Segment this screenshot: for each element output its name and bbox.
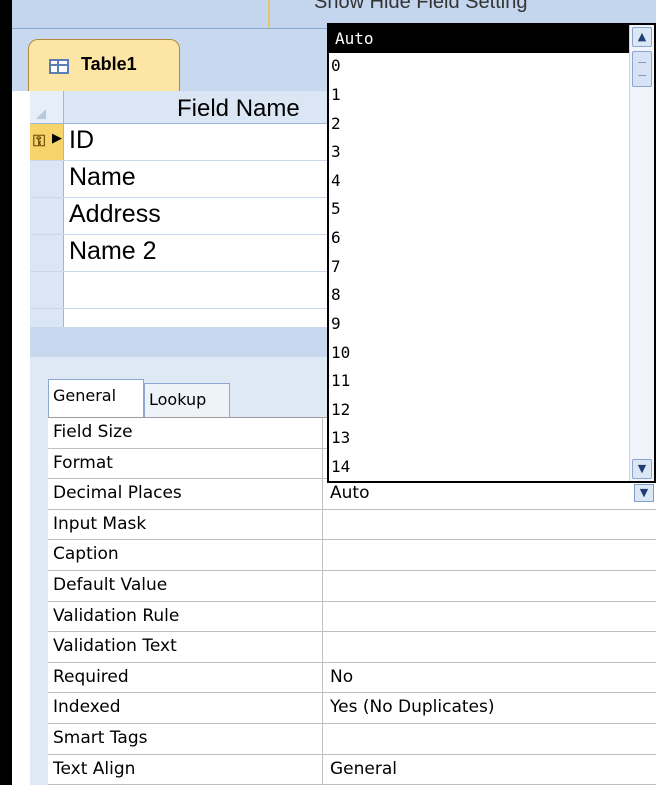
property-name: Format <box>48 448 323 479</box>
property-row-caption[interactable]: Caption <box>48 540 656 571</box>
property-row-default-value[interactable]: Default Value <box>48 570 656 602</box>
property-row-text-align[interactable]: Text Align General <box>48 754 656 785</box>
property-row-smart-tags[interactable]: Smart Tags <box>48 723 656 755</box>
property-name: Default Value <box>48 570 323 601</box>
property-row-input-mask[interactable]: Input Mask <box>48 509 656 541</box>
property-row-validation-text[interactable]: Validation Text <box>48 632 656 663</box>
property-name: Smart Tags <box>48 723 323 754</box>
property-name: Text Align <box>48 754 323 785</box>
dropdown-option[interactable]: 12 <box>331 396 350 424</box>
row-selector[interactable] <box>30 309 64 327</box>
dropdown-option[interactable]: 0 <box>331 52 341 80</box>
table1-document-tab[interactable]: Table1 <box>28 39 180 91</box>
ribbon-group-labels: Show Hide Field Setting <box>314 0 528 13</box>
window-edge <box>0 0 12 785</box>
property-row-decimal-places[interactable]: Decimal Places Auto ▼ <box>48 479 656 510</box>
dropdown-option[interactable]: 11 <box>331 367 350 395</box>
scroll-up-icon[interactable]: ▲ <box>632 27 652 47</box>
dropdown-option[interactable]: 10 <box>331 339 350 367</box>
decimal-places-value[interactable]: Auto <box>330 479 369 508</box>
row-selector[interactable] <box>30 161 64 197</box>
dropdown-option[interactable]: 2 <box>331 110 341 138</box>
primary-key-icon: ⚿ <box>33 131 46 150</box>
chevron-down-icon[interactable]: ▼ <box>634 484 654 503</box>
access-table-design-view: Show Hide Field Setting Table1 Field Nam… <box>0 0 656 785</box>
dropdown-option[interactable]: 4 <box>331 167 341 195</box>
property-value[interactable]: No <box>330 663 353 692</box>
scroll-down-icon[interactable]: ▼ <box>632 459 652 479</box>
document-tab-label: Table1 <box>81 54 137 74</box>
table-icon <box>49 59 69 74</box>
tab-general[interactable]: General <box>48 379 144 417</box>
property-row-required[interactable]: Required No <box>48 662 656 694</box>
field-name-cell[interactable]: Address <box>69 200 161 229</box>
current-row-arrow-icon: ▶ <box>52 131 62 146</box>
row-selector[interactable]: ⚿ ▶ <box>30 124 64 160</box>
property-name: Field Size <box>48 418 323 448</box>
field-name-cell[interactable]: Name <box>69 163 136 192</box>
dropdown-option[interactable]: 3 <box>331 138 341 166</box>
dropdown-option[interactable]: 1 <box>331 81 341 109</box>
dropdown-option[interactable]: 5 <box>331 195 341 223</box>
property-name: Validation Rule <box>48 601 323 632</box>
dropdown-scrollbar[interactable]: ▲ ▼ <box>629 25 654 481</box>
field-name-column-header: Field Name <box>177 95 300 122</box>
dropdown-option[interactable]: 14 <box>331 453 350 481</box>
row-selector[interactable] <box>30 235 64 271</box>
field-name-cell[interactable]: Name 2 <box>69 237 157 266</box>
property-name: Validation Text <box>48 632 323 662</box>
row-selector[interactable] <box>30 272 64 308</box>
scrollbar-thumb[interactable] <box>632 51 652 87</box>
dropdown-option[interactable]: 7 <box>331 253 341 281</box>
dropdown-option[interactable]: 8 <box>331 281 341 309</box>
property-name: Decimal Places <box>48 479 323 509</box>
ribbon-separator <box>268 0 270 28</box>
property-name: Caption <box>48 540 323 570</box>
property-value[interactable]: General <box>330 755 397 784</box>
dropdown-option[interactable]: 13 <box>331 424 350 452</box>
decimal-places-dropdown-list[interactable]: Auto 0 1 2 3 4 5 6 7 8 9 10 11 12 13 14 … <box>327 23 656 483</box>
property-name: Required <box>48 662 323 693</box>
property-value[interactable]: Yes (No Duplicates) <box>330 693 494 722</box>
property-row-validation-rule[interactable]: Validation Rule <box>48 601 656 633</box>
property-row-indexed[interactable]: Indexed Yes (No Duplicates) <box>48 693 656 724</box>
dropdown-option[interactable]: 6 <box>331 224 341 252</box>
field-name-cell[interactable]: ID <box>69 126 94 155</box>
property-name: Indexed <box>48 693 323 723</box>
tab-lookup[interactable]: Lookup <box>144 383 230 417</box>
property-name: Input Mask <box>48 509 323 540</box>
dropdown-option[interactable]: 9 <box>331 310 341 338</box>
row-selector[interactable] <box>30 198 64 234</box>
select-all-corner[interactable] <box>30 91 64 123</box>
dropdown-option-selected[interactable]: Auto <box>329 25 632 53</box>
